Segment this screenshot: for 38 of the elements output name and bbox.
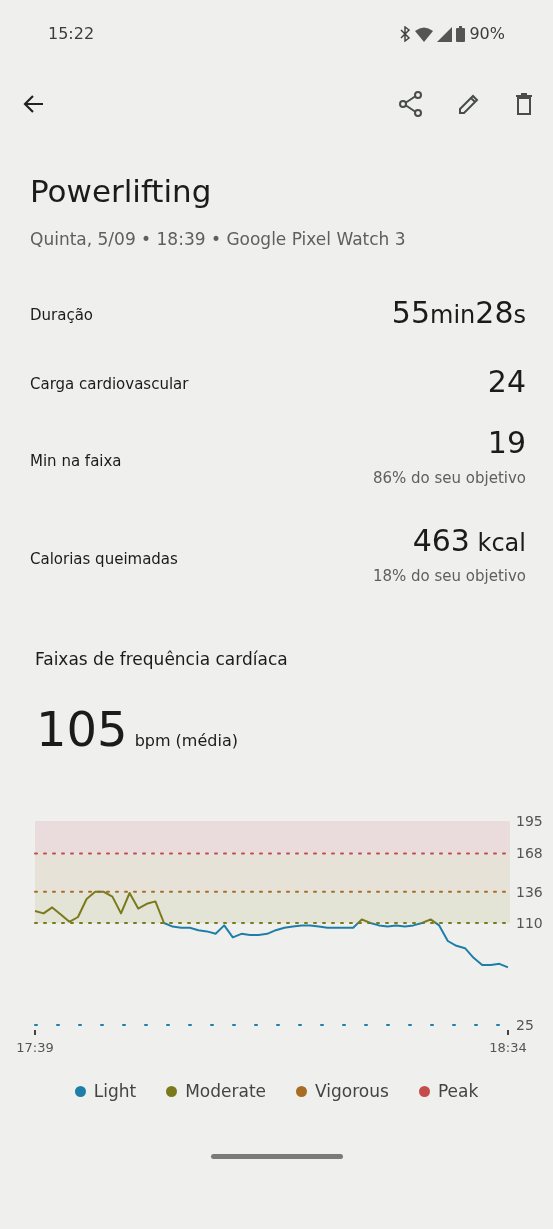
x-tick-mark bbox=[34, 1029, 36, 1035]
metric-label: Min na faixa bbox=[30, 451, 122, 472]
x-tick-label: 18:34 bbox=[489, 1039, 527, 1055]
section-title: Faixas de frequência cardíaca bbox=[35, 648, 289, 671]
goal-note: 18% do seu objetivo bbox=[372, 565, 526, 587]
metric-label: Duração bbox=[30, 305, 94, 326]
metric-value: 463 kcal bbox=[412, 523, 526, 557]
share-button[interactable] bbox=[399, 91, 423, 117]
battery-percent: 90% bbox=[469, 23, 505, 45]
x-tick-label: 17:39 bbox=[16, 1039, 54, 1055]
goal-note: 86% do seu objetivo bbox=[372, 468, 526, 489]
y-tick-label: 110 bbox=[516, 914, 543, 931]
y-tick-label: 168 bbox=[516, 844, 543, 861]
x-tick-mark bbox=[507, 1029, 509, 1035]
back-button[interactable] bbox=[22, 94, 44, 114]
metric-value: 55min28s bbox=[391, 296, 526, 329]
legend-label: Light bbox=[93, 1079, 137, 1103]
edit-button[interactable] bbox=[457, 92, 481, 116]
delete-button[interactable] bbox=[515, 92, 533, 116]
metric-label: Calorias queimadas bbox=[30, 548, 178, 570]
wifi-icon bbox=[415, 26, 434, 42]
workout-title: Powerlifting bbox=[30, 172, 213, 211]
metric-value: 19 bbox=[487, 426, 526, 459]
y-tick-label: 25 bbox=[516, 1016, 534, 1033]
legend-label: Moderate bbox=[185, 1079, 267, 1103]
bluetooth-icon bbox=[399, 26, 412, 42]
legend-label: Peak bbox=[437, 1079, 479, 1103]
heart-rate-unit: bpm (média) bbox=[134, 729, 238, 752]
average-heart-rate: 105 bbox=[36, 704, 128, 753]
y-tick-label: 195 bbox=[516, 812, 543, 829]
battery-icon bbox=[456, 26, 466, 42]
y-tick-label: 136 bbox=[516, 883, 543, 900]
legend-label: Vigorous bbox=[315, 1079, 389, 1103]
metric-label: Carga cardiovascular bbox=[30, 374, 189, 395]
workout-subtitle: Quinta, 5/09 • 18:39 • Google Pixel Watch 3 bbox=[30, 227, 407, 251]
signal-icon bbox=[437, 26, 453, 42]
status-time: 15:22 bbox=[48, 23, 95, 45]
metric-value: 24 bbox=[487, 365, 526, 398]
